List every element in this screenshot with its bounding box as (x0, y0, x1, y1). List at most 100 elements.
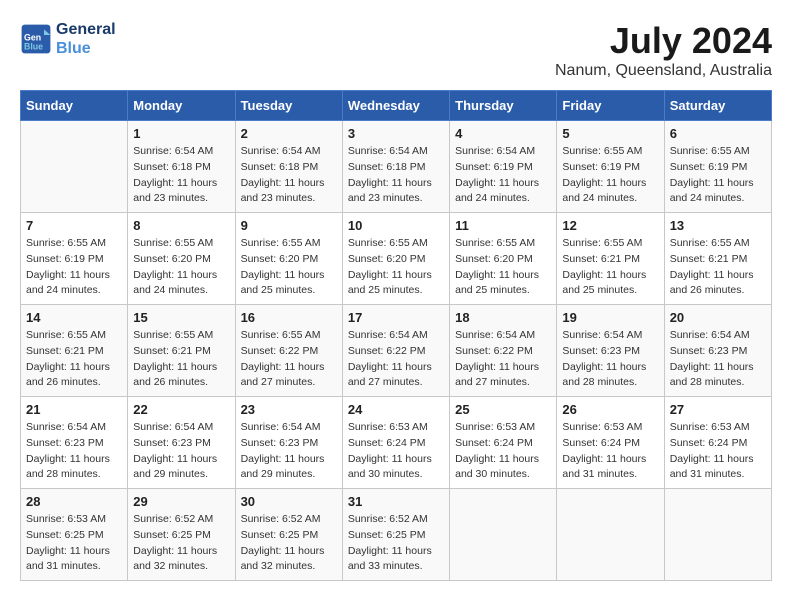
day-info: Sunrise: 6:53 AMSunset: 6:24 PMDaylight:… (455, 420, 551, 483)
calendar-day-cell: 9 Sunrise: 6:55 AMSunset: 6:20 PMDaylight… (235, 213, 342, 305)
day-number: 22 (133, 402, 229, 417)
day-info: Sunrise: 6:54 AMSunset: 6:23 PMDaylight:… (241, 420, 337, 483)
calendar-day-cell: 1Sunrise: 6:54 AMSunset: 6:18 PMDaylight… (128, 121, 235, 213)
day-info: Sunrise: 6:53 AMSunset: 6:24 PMDaylight:… (562, 420, 658, 483)
day-number: 21 (26, 402, 122, 417)
day-number: 24 (348, 402, 444, 417)
logo-text: General Blue (56, 20, 116, 58)
calendar-day-cell: 23 Sunrise: 6:54 AMSunset: 6:23 PMDayligh… (235, 397, 342, 489)
day-number: 3 (348, 126, 444, 141)
calendar-week-row: 7Sunrise: 6:55 AMSunset: 6:19 PMDaylight… (21, 213, 772, 305)
calendar-day-cell: 25Sunrise: 6:53 AMSunset: 6:24 PMDayligh… (450, 397, 557, 489)
day-number: 31 (348, 494, 444, 509)
day-info: Sunrise: 6:54 AMSunset: 6:18 PMDaylight:… (348, 144, 444, 207)
calendar-day-cell: 28 Sunrise: 6:53 AMSunset: 6:25 PMDayligh… (21, 489, 128, 581)
calendar-day-cell: 18Sunrise: 6:54 AMSunset: 6:22 PMDayligh… (450, 305, 557, 397)
day-number: 17 (348, 310, 444, 325)
calendar-week-row: 21 Sunrise: 6:54 AMSunset: 6:23 PMDayligh… (21, 397, 772, 489)
day-info: Sunrise: 6:54 AMSunset: 6:19 PMDaylight:… (455, 144, 551, 207)
weekday-header-thursday: Thursday (450, 91, 557, 121)
logo-icon: Gen Blue (20, 23, 52, 55)
day-info: Sunrise: 6:53 AMSunset: 6:24 PMDaylight:… (348, 420, 444, 483)
month-year-title: July 2024 (555, 20, 772, 62)
day-info: Sunrise: 6:54 AMSunset: 6:23 PMDaylight:… (562, 328, 658, 391)
weekday-header-row: SundayMondayTuesdayWednesdayThursdayFrid… (21, 91, 772, 121)
day-number: 15 (133, 310, 229, 325)
day-number: 26 (562, 402, 658, 417)
day-info: Sunrise: 6:54 AMSunset: 6:23 PMDaylight:… (133, 420, 229, 483)
day-number: 10 (348, 218, 444, 233)
day-info: Sunrise: 6:55 AMSunset: 6:20 PMDaylight:… (241, 236, 337, 299)
day-number: 28 (26, 494, 122, 509)
calendar-day-cell: 21 Sunrise: 6:54 AMSunset: 6:23 PMDayligh… (21, 397, 128, 489)
day-info: Sunrise: 6:53 AMSunset: 6:24 PMDaylight:… (670, 420, 766, 483)
svg-text:Blue: Blue (24, 42, 43, 52)
day-info: Sunrise: 6:55 AMSunset: 6:19 PMDaylight:… (562, 144, 658, 207)
day-number: 29 (133, 494, 229, 509)
day-number: 4 (455, 126, 551, 141)
calendar-day-cell: 3 Sunrise: 6:54 AMSunset: 6:18 PMDaylight… (342, 121, 449, 213)
empty-day-cell (664, 489, 771, 581)
day-info: Sunrise: 6:53 AMSunset: 6:25 PMDaylight:… (26, 512, 122, 575)
empty-day-cell (557, 489, 664, 581)
day-number: 23 (241, 402, 337, 417)
calendar-day-cell: 15 Sunrise: 6:55 AMSunset: 6:21 PMDayligh… (128, 305, 235, 397)
calendar-day-cell: 24 Sunrise: 6:53 AMSunset: 6:24 PMDayligh… (342, 397, 449, 489)
calendar-day-cell: 10 Sunrise: 6:55 AMSunset: 6:20 PMDayligh… (342, 213, 449, 305)
empty-day-cell (21, 121, 128, 213)
calendar-body: 1Sunrise: 6:54 AMSunset: 6:18 PMDaylight… (21, 121, 772, 581)
day-number: 2 (241, 126, 337, 141)
day-number: 7 (26, 218, 122, 233)
calendar-day-cell: 8Sunrise: 6:55 AMSunset: 6:20 PMDaylight… (128, 213, 235, 305)
calendar-day-cell: 19Sunrise: 6:54 AMSunset: 6:23 PMDayligh… (557, 305, 664, 397)
day-number: 13 (670, 218, 766, 233)
page-header: Gen Blue General Blue July 2024 Nanum, Q… (20, 20, 772, 80)
weekday-header-tuesday: Tuesday (235, 91, 342, 121)
day-number: 9 (241, 218, 337, 233)
day-info: Sunrise: 6:54 AMSunset: 6:23 PMDaylight:… (26, 420, 122, 483)
day-info: Sunrise: 6:55 AMSunset: 6:19 PMDaylight:… (670, 144, 766, 207)
day-number: 8 (133, 218, 229, 233)
calendar-day-cell: 11 Sunrise: 6:55 AMSunset: 6:20 PMDayligh… (450, 213, 557, 305)
day-number: 5 (562, 126, 658, 141)
day-info: Sunrise: 6:54 AMSunset: 6:23 PMDaylight:… (670, 328, 766, 391)
empty-day-cell (450, 489, 557, 581)
calendar-day-cell: 4 Sunrise: 6:54 AMSunset: 6:19 PMDaylight… (450, 121, 557, 213)
calendar-day-cell: 17 Sunrise: 6:54 AMSunset: 6:22 PMDayligh… (342, 305, 449, 397)
day-info: Sunrise: 6:54 AMSunset: 6:22 PMDaylight:… (348, 328, 444, 391)
day-number: 20 (670, 310, 766, 325)
calendar-table: SundayMondayTuesdayWednesdayThursdayFrid… (20, 90, 772, 581)
day-number: 27 (670, 402, 766, 417)
day-info: Sunrise: 6:55 AMSunset: 6:21 PMDaylight:… (133, 328, 229, 391)
calendar-day-cell: 22 Sunrise: 6:54 AMSunset: 6:23 PMDayligh… (128, 397, 235, 489)
day-info: Sunrise: 6:55 AMSunset: 6:20 PMDaylight:… (348, 236, 444, 299)
calendar-day-cell: 31 Sunrise: 6:52 AMSunset: 6:25 PMDayligh… (342, 489, 449, 581)
day-info: Sunrise: 6:55 AMSunset: 6:21 PMDaylight:… (26, 328, 122, 391)
day-info: Sunrise: 6:54 AMSunset: 6:18 PMDaylight:… (133, 144, 229, 207)
calendar-day-cell: 27 Sunrise: 6:53 AMSunset: 6:24 PMDayligh… (664, 397, 771, 489)
title-area: July 2024 Nanum, Queensland, Australia (555, 20, 772, 80)
calendar-header: SundayMondayTuesdayWednesdayThursdayFrid… (21, 91, 772, 121)
calendar-day-cell: 30Sunrise: 6:52 AMSunset: 6:25 PMDayligh… (235, 489, 342, 581)
day-info: Sunrise: 6:52 AMSunset: 6:25 PMDaylight:… (348, 512, 444, 575)
weekday-header-saturday: Saturday (664, 91, 771, 121)
day-info: Sunrise: 6:55 AMSunset: 6:21 PMDaylight:… (562, 236, 658, 299)
calendar-week-row: 14 Sunrise: 6:55 AMSunset: 6:21 PMDayligh… (21, 305, 772, 397)
day-info: Sunrise: 6:54 AMSunset: 6:22 PMDaylight:… (455, 328, 551, 391)
calendar-week-row: 1Sunrise: 6:54 AMSunset: 6:18 PMDaylight… (21, 121, 772, 213)
weekday-header-monday: Monday (128, 91, 235, 121)
location-subtitle: Nanum, Queensland, Australia (555, 62, 772, 80)
day-info: Sunrise: 6:54 AMSunset: 6:18 PMDaylight:… (241, 144, 337, 207)
logo: Gen Blue General Blue (20, 20, 116, 58)
calendar-day-cell: 6Sunrise: 6:55 AMSunset: 6:19 PMDaylight… (664, 121, 771, 213)
day-number: 11 (455, 218, 551, 233)
day-number: 14 (26, 310, 122, 325)
day-number: 12 (562, 218, 658, 233)
calendar-day-cell: 20 Sunrise: 6:54 AMSunset: 6:23 PMDayligh… (664, 305, 771, 397)
weekday-header-wednesday: Wednesday (342, 91, 449, 121)
calendar-day-cell: 29Sunrise: 6:52 AMSunset: 6:25 PMDayligh… (128, 489, 235, 581)
calendar-day-cell: 5 Sunrise: 6:55 AMSunset: 6:19 PMDaylight… (557, 121, 664, 213)
calendar-day-cell: 12 Sunrise: 6:55 AMSunset: 6:21 PMDayligh… (557, 213, 664, 305)
day-info: Sunrise: 6:55 AMSunset: 6:20 PMDaylight:… (455, 236, 551, 299)
calendar-day-cell: 14 Sunrise: 6:55 AMSunset: 6:21 PMDayligh… (21, 305, 128, 397)
